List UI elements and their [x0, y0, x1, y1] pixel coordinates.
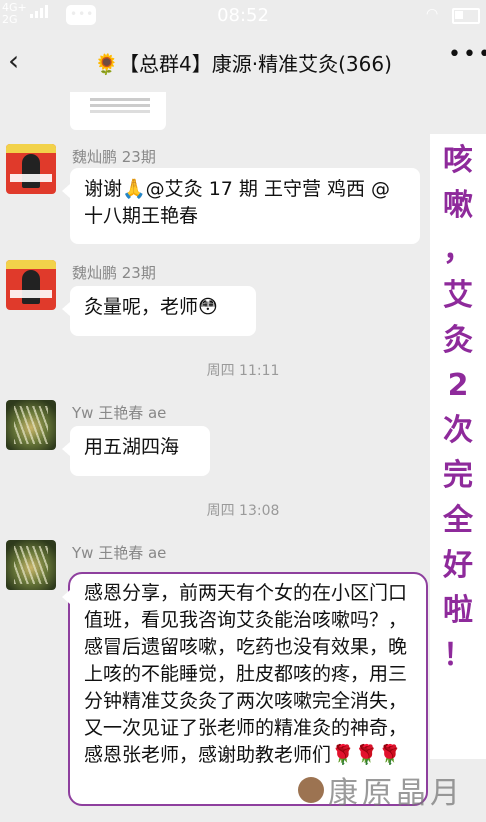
message-timestamp: 周四 13:08: [206, 503, 280, 519]
caption-char: ！: [443, 638, 473, 673]
watermark: 康原晶月: [298, 758, 486, 822]
avatar[interactable]: [6, 260, 56, 310]
caption-char: 咳: [443, 143, 473, 178]
battery-icon: [452, 8, 480, 24]
message-bubble[interactable]: 谢谢🙏@艾灸 17 期 王守营 鸡西 @十八期王艳春: [62, 168, 420, 244]
sender-name: 魏灿鹏 23期: [72, 264, 156, 282]
caption-char: 灸: [443, 323, 473, 358]
caption-char: 2: [447, 368, 469, 403]
caption-char: ，: [443, 233, 473, 268]
caption-char: 好: [443, 548, 473, 583]
avatar[interactable]: [6, 400, 56, 450]
wifi-icon: ◠: [426, 6, 439, 22]
more-icon[interactable]: •••: [448, 42, 486, 67]
sender-name: Yw 王艳春 ae: [72, 544, 167, 562]
caption-char: 艾: [443, 278, 473, 313]
chat-header: ‹ 🌻【总群4】康源·精准艾灸(366) •••: [0, 30, 486, 92]
previous-image-message[interactable]: [70, 92, 166, 130]
caption-char: 啦: [443, 593, 473, 628]
caption-char: 完: [443, 458, 473, 493]
message-bubble[interactable]: 灸量呢，老师😳: [62, 286, 256, 336]
sender-name: Yw 王艳春 ae: [72, 404, 167, 422]
message-bubble[interactable]: 用五湖四海: [62, 426, 210, 476]
sender-name: 魏灿鹏 23期: [72, 148, 156, 166]
avatar[interactable]: [6, 540, 56, 590]
back-icon[interactable]: ‹: [8, 44, 19, 77]
caption-char: 嗽: [443, 188, 473, 223]
caption-char: 次: [443, 413, 473, 448]
status-time: 08:52: [217, 5, 269, 26]
side-caption: 咳 嗽 ， 艾 灸 2 次 完 全 好 啦 ！: [430, 134, 486, 759]
caption-char: 全: [443, 503, 473, 538]
seal-icon: [298, 777, 324, 803]
chat-title: 🌻【总群4】康源·精准艾灸(366): [94, 52, 392, 76]
message-timestamp: 周四 11:11: [206, 363, 280, 379]
avatar[interactable]: [6, 144, 56, 194]
status-bar: 4G+ 2G 08:52 ◠: [0, 0, 486, 30]
watermark-text: 康原晶月: [328, 776, 464, 811]
